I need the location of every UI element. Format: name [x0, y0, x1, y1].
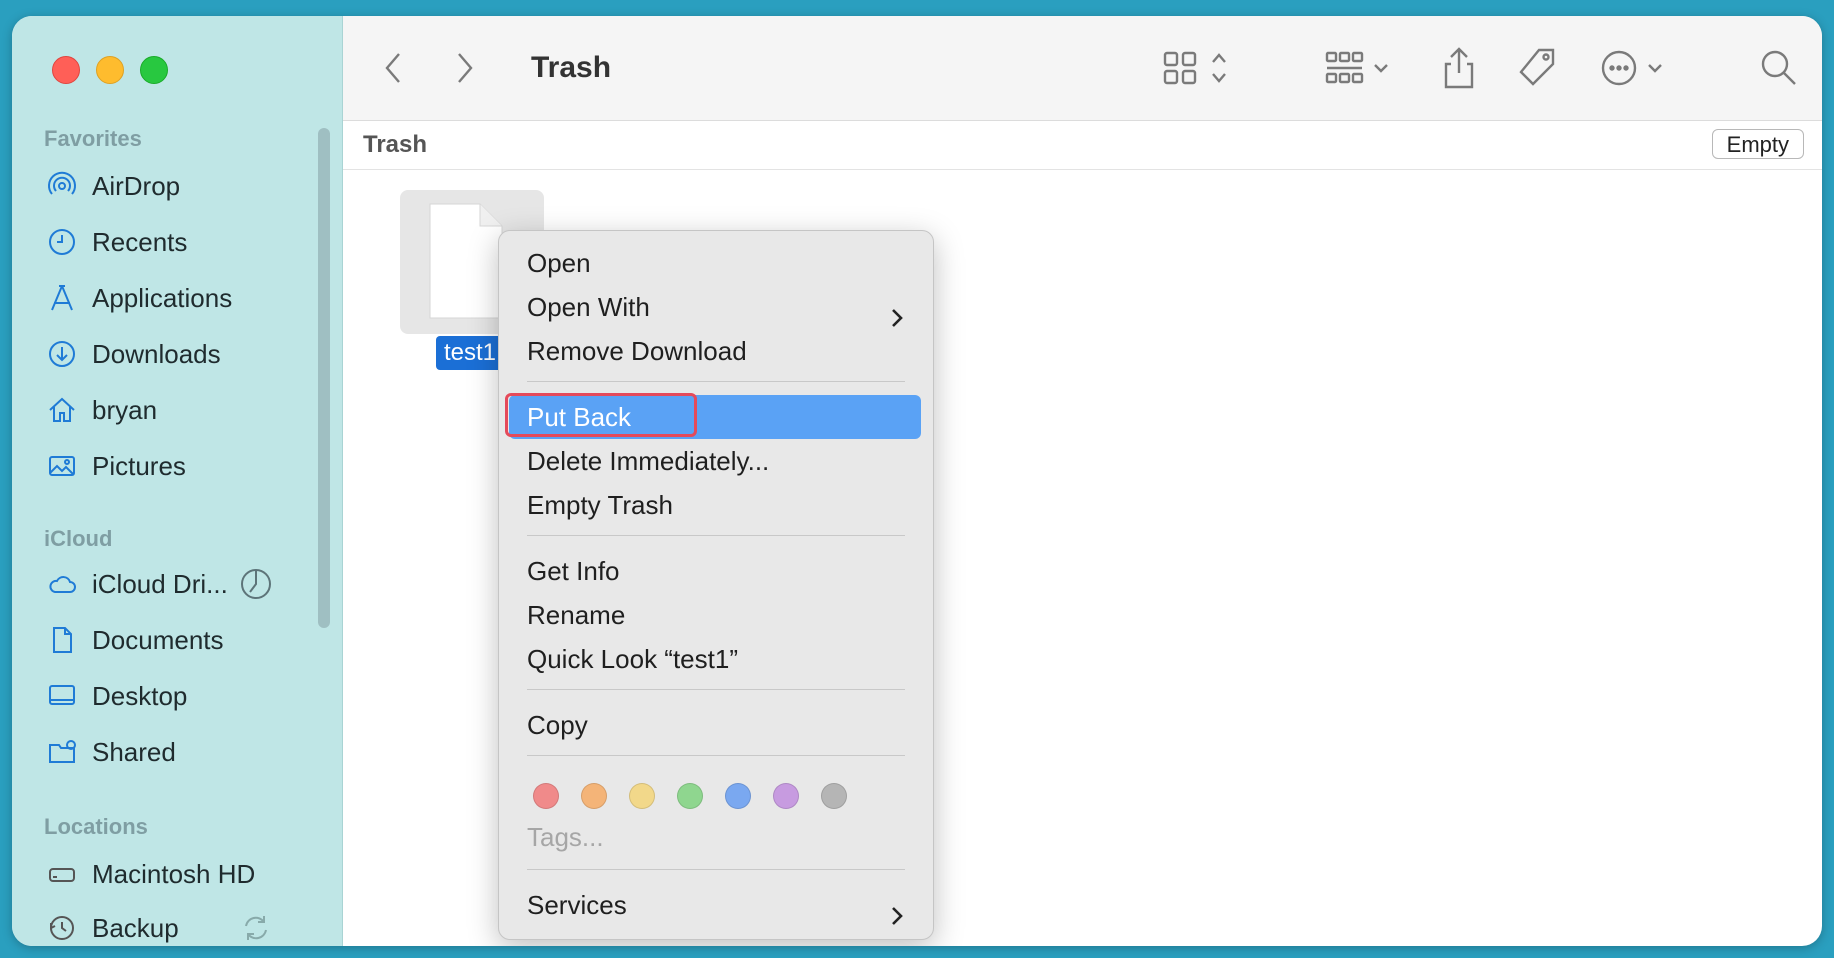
tag-purple-dot[interactable] — [773, 783, 799, 809]
search-icon — [1761, 50, 1796, 85]
tag-icon — [1519, 48, 1555, 86]
file-name-label[interactable]: test1 — [436, 336, 505, 370]
tag-blue-dot[interactable] — [725, 783, 751, 809]
menu-item-put-back[interactable]: Put Back — [505, 393, 921, 439]
sidebar-scrollbar[interactable] — [318, 128, 330, 628]
document-icon — [46, 624, 78, 656]
sidebar-item-label: Shared — [92, 736, 176, 767]
toolbar: Trash — [343, 16, 1822, 121]
sidebar-item-label: Downloads — [92, 338, 221, 369]
annotation-highlight-box — [505, 393, 697, 437]
sidebar-item-airdrop[interactable]: AirDrop — [46, 164, 180, 208]
finder-window: Favorites AirDrop Recents Applications D… — [12, 16, 1822, 946]
context-menu: Open Open With Remove Download Put Back … — [498, 230, 934, 940]
search-button[interactable] — [1759, 44, 1799, 92]
sidebar-item-label: Macintosh HD — [92, 858, 256, 889]
sidebar-section-favorites: Favorites — [44, 126, 142, 151]
menu-item-get-info[interactable]: Get Info — [509, 549, 921, 593]
path-bar: Trash Empty — [343, 121, 1822, 170]
menu-item-open-with[interactable]: Open With — [509, 285, 921, 329]
group-grid-icon — [1325, 51, 1388, 84]
sidebar-item-applications[interactable]: Applications — [46, 276, 232, 320]
tag-color-row — [533, 783, 847, 809]
menu-item-tags[interactable]: Tags... — [509, 815, 921, 859]
menu-item-rename[interactable]: Rename — [509, 593, 921, 637]
window-controls — [52, 56, 168, 84]
sidebar-item-icloud-drive[interactable]: iCloud Dri... — [46, 562, 228, 606]
sidebar-item-bryan[interactable]: bryan — [46, 388, 157, 432]
sidebar-section-icloud: iCloud — [44, 526, 113, 551]
sidebar-item-label: bryan — [92, 394, 158, 425]
sidebar-item-label: Documents — [92, 624, 224, 655]
icon-grid-view-icon — [1163, 51, 1226, 85]
menu-separator — [527, 869, 905, 870]
download-icon — [46, 338, 78, 370]
sidebar-item-label: Applications — [92, 282, 233, 313]
view-mode-button[interactable] — [1163, 44, 1243, 92]
tag-orange-dot[interactable] — [581, 783, 607, 809]
sidebar-item-downloads[interactable]: Downloads — [46, 332, 221, 376]
sync-progress-icon — [240, 568, 272, 600]
tags-button[interactable] — [1515, 44, 1559, 92]
sidebar-item-label: AirDrop — [92, 170, 181, 201]
sidebar-item-recents[interactable]: Recents — [46, 220, 187, 264]
sidebar-section-locations: Locations — [44, 814, 148, 839]
sidebar-item-documents[interactable]: Documents — [46, 618, 224, 662]
menu-separator — [527, 689, 905, 690]
menu-item-remove-download[interactable]: Remove Download — [509, 329, 921, 373]
desktop-icon — [46, 680, 78, 712]
disk-icon — [46, 858, 78, 890]
share-button[interactable] — [1441, 44, 1477, 92]
menu-item-empty-trash[interactable]: Empty Trash — [509, 483, 921, 527]
sidebar-item-label: Backup — [92, 912, 179, 943]
group-button[interactable] — [1325, 44, 1405, 92]
menu-item-open[interactable]: Open — [509, 241, 921, 285]
sidebar: Favorites AirDrop Recents Applications D… — [12, 16, 343, 946]
menu-separator — [527, 755, 905, 756]
path-bar-title: Trash — [363, 131, 428, 158]
window-title: Trash — [531, 51, 612, 84]
chevron-left-icon — [385, 53, 400, 83]
sidebar-item-shared[interactable]: Shared — [46, 730, 176, 774]
chevron-right-icon — [458, 53, 473, 83]
tag-gray-dot[interactable] — [821, 783, 847, 809]
zoom-window-button[interactable] — [140, 56, 168, 84]
sidebar-item-macintosh-hd[interactable]: Macintosh HD — [46, 852, 255, 896]
chevron-right-icon — [889, 895, 905, 939]
tag-yellow-dot[interactable] — [629, 783, 655, 809]
home-icon — [46, 394, 78, 426]
share-icon — [1444, 47, 1474, 89]
sidebar-item-pictures[interactable]: Pictures — [46, 444, 186, 488]
menu-separator — [527, 381, 905, 382]
more-actions-button[interactable] — [1599, 44, 1669, 92]
menu-separator — [527, 535, 905, 536]
empty-trash-button[interactable]: Empty — [1711, 129, 1804, 159]
menu-item-delete-immediately[interactable]: Delete Immediately... — [509, 439, 921, 483]
ellipsis-circle-icon — [1601, 50, 1662, 86]
sidebar-item-label: Pictures — [92, 450, 186, 481]
back-button[interactable] — [383, 44, 403, 92]
sidebar-item-desktop[interactable]: Desktop — [46, 674, 187, 718]
applications-icon — [46, 282, 78, 314]
pictures-icon — [46, 450, 78, 482]
sidebar-item-label: iCloud Dri... — [92, 568, 228, 599]
airdrop-icon — [46, 170, 78, 202]
close-window-button[interactable] — [52, 56, 80, 84]
sidebar-item-label: Recents — [92, 226, 188, 257]
sidebar-item-backup[interactable]: Backup — [46, 906, 179, 946]
cloud-icon — [46, 568, 78, 600]
menu-item-services[interactable]: Services — [509, 883, 921, 927]
tag-red-dot[interactable] — [533, 783, 559, 809]
sidebar-item-label: Desktop — [92, 680, 188, 711]
minimize-window-button[interactable] — [96, 56, 124, 84]
tag-green-dot[interactable] — [677, 783, 703, 809]
clock-icon — [46, 226, 78, 258]
menu-item-quick-look[interactable]: Quick Look “test1” — [509, 637, 921, 681]
shared-folder-icon — [46, 736, 78, 768]
menu-item-copy[interactable]: Copy — [509, 703, 921, 747]
sync-icon — [240, 912, 272, 944]
forward-button[interactable] — [455, 44, 475, 92]
backup-icon — [46, 912, 78, 944]
